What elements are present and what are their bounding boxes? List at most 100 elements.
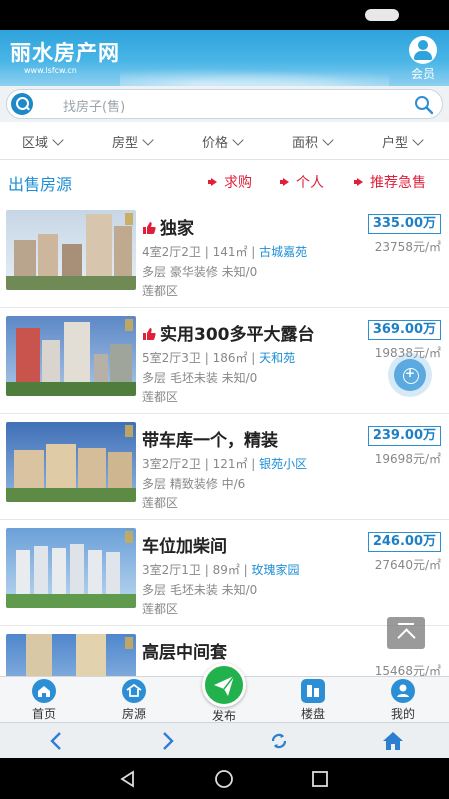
chevron-down-icon [412, 134, 424, 146]
rooms: 3室2厅2卫 [142, 457, 201, 471]
section-title: 出售房源 [8, 175, 73, 194]
listing-title-text: 车位加柴间 [142, 537, 227, 557]
community-name: 玫瑰家园 [251, 563, 300, 577]
listing-title-text: 实用300多平大露台 [160, 325, 315, 345]
listing-details: 多层 毛坯未装 未知/0 [142, 371, 258, 385]
floor-area: 121㎡ [212, 457, 248, 471]
listing-details: 多层 豪华装修 未知/0 [142, 265, 258, 279]
unit-price: 27640元/㎡ [374, 558, 441, 572]
floor-area: 186㎡ [212, 351, 248, 365]
home-icon[interactable] [380, 729, 406, 753]
refresh-icon[interactable] [266, 729, 292, 753]
search-placeholder: 找房子(售) [63, 100, 126, 115]
member-button[interactable]: 会员 [407, 36, 439, 82]
community-name: 银苑小区 [259, 457, 308, 471]
forward-arrow-icon[interactable] [154, 729, 180, 753]
tab-home[interactable]: 首页 [14, 679, 74, 722]
listing-item[interactable]: 车位加柴间 3室2厅1卫 | 89㎡ | 玫瑰家园 多层 毛坯未装 未知/0 莲… [0, 520, 449, 626]
chevron-down-icon [142, 134, 154, 146]
filter-price[interactable]: 价格 [202, 132, 244, 151]
tab-estates[interactable]: 楼盘 [283, 679, 343, 722]
floor-area: 89㎡ [212, 563, 240, 577]
unit-price: 15468元/㎡ [374, 664, 441, 676]
megaphone-icon [354, 178, 364, 186]
search-badge-icon [11, 93, 33, 115]
tab-mine[interactable]: 我的 [373, 679, 433, 722]
back-arrow-icon[interactable] [44, 729, 70, 753]
link-wanted[interactable]: 求购 [208, 172, 252, 192]
link-personal[interactable]: 个人 [280, 172, 324, 192]
total-price: 239.00万 [367, 426, 441, 446]
recents-square-icon[interactable] [310, 769, 330, 789]
megaphone-icon [208, 178, 218, 186]
listing-district: 莲都区 [142, 496, 179, 510]
back-to-top-button[interactable] [387, 617, 425, 649]
back-triangle-icon[interactable] [118, 769, 138, 789]
listing-specs: 3室2厅1卫 | 89㎡ | 玫瑰家园 [142, 563, 300, 577]
filter-label: 价格 [202, 136, 229, 151]
listing-title: 车位加柴间 [142, 532, 227, 557]
total-price: 369.00万 [367, 320, 441, 340]
filter-district[interactable]: 区域 [22, 132, 64, 151]
chevron-down-icon [322, 134, 334, 146]
home-icon [32, 679, 56, 703]
filter-house-type[interactable]: 房型 [112, 132, 154, 151]
listing-title: 独家 [142, 214, 194, 239]
tab-label: 我的 [390, 707, 415, 721]
filter-area[interactable]: 面积 [292, 132, 334, 151]
user-icon [391, 679, 415, 703]
property-photo [6, 422, 136, 502]
floor-area: 141㎡ [212, 245, 248, 259]
listing-district: 莲都区 [142, 602, 179, 616]
home-circle-icon[interactable] [214, 769, 234, 789]
link-label: 求购 [224, 175, 252, 191]
house-listing-icon [122, 679, 146, 703]
tab-publish[interactable]: 发布 [199, 663, 249, 724]
link-urgent[interactable]: 推荐急售 [354, 172, 426, 192]
property-photo [6, 210, 136, 290]
listing-title-text: 高层中间套 [142, 643, 227, 663]
thumbs-up-icon [143, 222, 156, 234]
status-indicator [365, 9, 399, 21]
listing-specs: 5室2厅3卫 | 186㎡ | 天和苑 [142, 351, 296, 365]
tab-listings[interactable]: 房源 [104, 679, 164, 722]
tab-label: 楼盘 [300, 707, 325, 721]
listing-district: 莲都区 [142, 390, 179, 404]
unit-price: 19698元/㎡ [374, 452, 441, 466]
link-label: 个人 [296, 175, 324, 191]
listing-item[interactable]: 实用300多平大露台 5室2厅3卫 | 186㎡ | 天和苑 多层 毛坯未装 未… [0, 308, 449, 414]
filter-layout[interactable]: 户型 [382, 132, 424, 151]
listing-item[interactable]: 独家 4室2厅2卫 | 141㎡ | 古城嘉苑 多层 豪华装修 未知/0 莲都区… [0, 202, 449, 308]
chevron-down-icon [232, 134, 244, 146]
total-price: 335.00万 [367, 214, 441, 234]
property-photo [6, 528, 136, 608]
chevron-down-icon [52, 134, 64, 146]
unit-price: 23758元/㎡ [374, 240, 441, 254]
thumbs-up-icon [143, 328, 156, 340]
site-title: 丽水房产网 [10, 41, 120, 65]
megaphone-icon [280, 178, 290, 186]
filter-label: 区域 [22, 136, 49, 151]
browser-nav-bar [0, 722, 449, 758]
listing-title-text: 独家 [160, 219, 194, 239]
listing-details: 多层 毛坯未装 未知/0 [142, 583, 258, 597]
tab-label: 房源 [121, 707, 146, 721]
listing-specs: 3室2厅2卫 | 121㎡ | 银苑小区 [142, 457, 308, 471]
paper-plane-icon [202, 663, 246, 707]
listing-item[interactable]: 带车库一个，精装 3室2厅2卫 | 121㎡ | 银苑小区 多层 精致装修 中/… [0, 414, 449, 520]
site-url: www.lsfcw.cn [24, 66, 77, 75]
community-name: 古城嘉苑 [259, 245, 308, 259]
rooms: 3室2厅1卫 [142, 563, 201, 577]
filter-label: 户型 [382, 136, 409, 151]
member-label: 会员 [410, 67, 435, 81]
floating-add-button[interactable] [394, 359, 426, 391]
rooms: 4室2厅2卫 [142, 245, 201, 259]
listing-title: 实用300多平大露台 [142, 320, 315, 345]
search-icon[interactable] [414, 95, 434, 115]
search-input[interactable]: 找房子(售) [6, 89, 443, 119]
link-label: 推荐急售 [370, 175, 426, 191]
total-price: 246.00万 [367, 532, 441, 552]
status-bar [0, 0, 449, 30]
listing-title: 高层中间套 [142, 638, 227, 663]
property-photo [6, 316, 136, 396]
